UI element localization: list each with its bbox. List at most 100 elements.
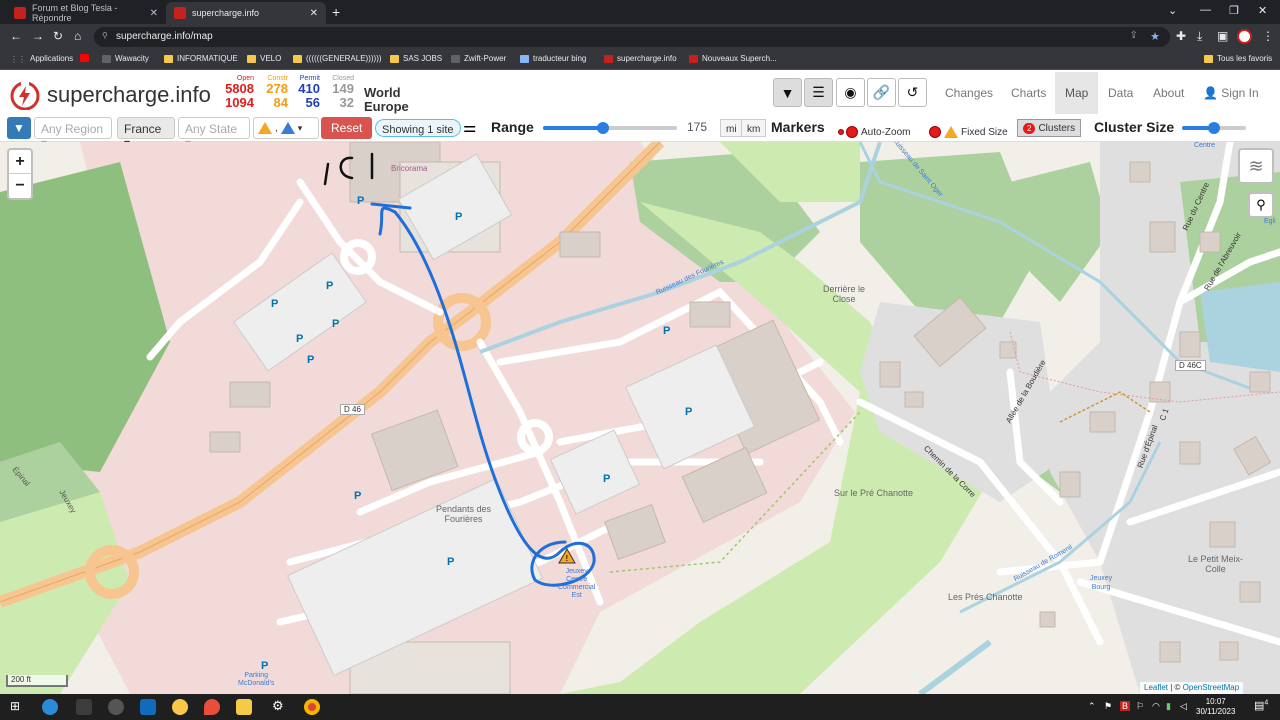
bookmark-all[interactable]: Tous les favoris: [1204, 54, 1272, 63]
wifi-icon[interactable]: ◠: [1152, 701, 1160, 712]
svg-text:!: !: [566, 554, 569, 563]
settings-gear-icon[interactable]: ⚙: [272, 698, 284, 714]
bookmark-label: ((((((GENERALE)))))): [306, 54, 382, 63]
edge-icon[interactable]: [42, 699, 58, 715]
bookmark-bing[interactable]: traducteur bing: [520, 54, 586, 63]
close-tab-icon[interactable]: ✕: [310, 8, 318, 19]
download-icon[interactable]: ⤓: [1197, 29, 1202, 44]
bookmark-supercharge[interactable]: supercharge.info: [604, 54, 677, 63]
signal-icon[interactable]: ▮: [1166, 701, 1171, 712]
place-jeuxey-centre: Jeuxey Centre Commercial Est: [558, 568, 596, 599]
tab-forum[interactable]: Forum et Blog Tesla - Répondre ✕: [6, 2, 166, 24]
bookmark-youtube[interactable]: [80, 54, 93, 62]
home-icon[interactable]: ⌂: [74, 29, 81, 43]
country-select[interactable]: France ▾: [117, 117, 175, 150]
map-canvas[interactable]: PPP PPP PPP PPP P ! Bricorama Derrière l…: [0, 142, 1280, 694]
tray-icon[interactable]: B: [1120, 701, 1131, 711]
chevron-up-icon[interactable]: ⌃: [1088, 701, 1096, 712]
sidepanel-icon[interactable]: ▣: [1217, 29, 1228, 43]
outlook-icon[interactable]: [140, 699, 156, 715]
nav-about[interactable]: About: [1153, 86, 1184, 100]
zoom-out-button[interactable]: −: [9, 174, 31, 198]
cluster-size-slider[interactable]: [1182, 122, 1246, 134]
tab-title: Forum et Blog Tesla - Répondre: [32, 3, 118, 23]
nav-map[interactable]: Map: [1055, 72, 1099, 114]
chrome-icon[interactable]: [304, 699, 320, 715]
svg-text:P: P: [685, 406, 692, 418]
settings-toggle-button[interactable]: ☰: [804, 78, 833, 107]
map-search-button[interactable]: ⚲: [1248, 192, 1274, 218]
minimize-icon[interactable]: —: [1200, 4, 1211, 16]
tray-icon[interactable]: ⚐: [1136, 701, 1144, 712]
bookmark-wawacity[interactable]: Wawacity: [102, 54, 149, 63]
filter-toggle-button[interactable]: ▼: [773, 78, 802, 107]
zoom-in-button[interactable]: +: [9, 150, 31, 174]
weather-icon[interactable]: [172, 699, 188, 715]
nav-data[interactable]: Data: [1108, 86, 1133, 100]
bookmark-velo[interactable]: VELO: [247, 54, 281, 63]
tray-icon[interactable]: ⚑: [1104, 701, 1112, 712]
windows-start-icon[interactable]: ⊞: [10, 699, 20, 713]
app-icon[interactable]: [76, 699, 92, 715]
restore-icon[interactable]: ❐: [1229, 4, 1239, 17]
volume-icon[interactable]: ◁: [1180, 701, 1187, 712]
link-button[interactable]: 🔗: [867, 78, 896, 107]
file-explorer-icon[interactable]: [236, 699, 252, 715]
status-select[interactable]: , ▾: [253, 117, 319, 139]
url-input[interactable]: ⚲ supercharge.info/map ⇪ ★: [94, 27, 1170, 47]
leaflet-link[interactable]: Leaflet: [1144, 683, 1168, 692]
history-button[interactable]: ↺: [898, 78, 927, 107]
reset-button[interactable]: Reset: [321, 117, 373, 139]
locate-button[interactable]: ◉: [836, 78, 865, 107]
region-select[interactable]: Any Region ▾: [34, 117, 112, 150]
menu-icon[interactable]: ⋮: [1262, 29, 1274, 43]
osm-link[interactable]: OpenStreetMap: [1183, 683, 1239, 692]
close-tab-icon[interactable]: ✕: [150, 8, 158, 19]
extensions-icon[interactable]: ✚: [1176, 29, 1186, 43]
supercharge-logo-icon[interactable]: [10, 80, 40, 110]
new-tab-icon[interactable]: +: [332, 4, 340, 20]
bookmark-zwift[interactable]: Zwift-Power: [451, 54, 506, 63]
reload-icon[interactable]: ↻: [53, 29, 63, 43]
range-slider[interactable]: [543, 122, 677, 134]
nav-changes[interactable]: Changes: [945, 86, 993, 100]
taskbar-clock[interactable]: 10:07 30/11/2023: [1196, 697, 1235, 717]
place-les-pres-chanotte: Les Prés Chanotte: [948, 592, 1023, 602]
close-window-icon[interactable]: ✕: [1258, 4, 1267, 17]
filter-button[interactable]: ▼: [7, 117, 31, 139]
brand-title[interactable]: supercharge.info: [47, 82, 211, 108]
auto-zoom-option[interactable]: Auto-Zoom: [838, 121, 910, 143]
nav-charts[interactable]: Charts: [1011, 86, 1046, 100]
back-icon[interactable]: ←: [10, 29, 22, 43]
bookmark-label: INFORMATIQUE: [177, 54, 238, 63]
clusters-option[interactable]: 2 Clusters: [1017, 119, 1082, 137]
unit-mi-button[interactable]: mi: [720, 119, 743, 137]
sign-in-link[interactable]: 👤 Sign In: [1203, 86, 1259, 100]
profile-avatar[interactable]: [1237, 29, 1252, 44]
notifications-icon[interactable]: ▤4: [1254, 699, 1268, 712]
app-icon[interactable]: [108, 699, 124, 715]
state-select[interactable]: Any State ▾: [178, 117, 250, 150]
layers-button[interactable]: ≋: [1238, 148, 1274, 184]
forward-icon[interactable]: →: [32, 29, 44, 43]
bookmark-star-icon[interactable]: ★: [1150, 30, 1160, 43]
bookmark-sasjobs[interactable]: SAS JOBS: [390, 54, 442, 63]
share-icon[interactable]: ⇪: [1130, 30, 1138, 41]
bookmark-label: Zwift-Power: [464, 54, 507, 63]
bookmark-nouveaux[interactable]: Nouveaux Superch...: [689, 54, 777, 63]
place-centre: Centre: [1194, 142, 1216, 149]
unit-km-button[interactable]: km: [741, 119, 767, 137]
tab-supercharge[interactable]: supercharge.info ✕: [166, 2, 326, 24]
supercharger-site-marker[interactable]: !: [558, 548, 576, 564]
bookmark-informatique[interactable]: INFORMATIQUE: [164, 54, 238, 63]
cluster-slider-handle[interactable]: [1208, 122, 1220, 134]
bookmark-applications[interactable]: ⋮⋮ Applications: [10, 54, 73, 64]
tab-search-icon[interactable]: ⌄: [1168, 4, 1177, 17]
site-info-icon[interactable]: ⚲: [102, 31, 108, 40]
maps-icon[interactable]: [204, 699, 220, 715]
range-slider-handle[interactable]: [597, 122, 610, 134]
fixed-size-option[interactable]: Fixed Size: [929, 121, 1008, 143]
notification-count: 4: [1264, 699, 1269, 707]
bookmark-generale[interactable]: ((((((GENERALE)))))): [293, 54, 382, 63]
url-text: supercharge.info/map: [116, 31, 213, 42]
